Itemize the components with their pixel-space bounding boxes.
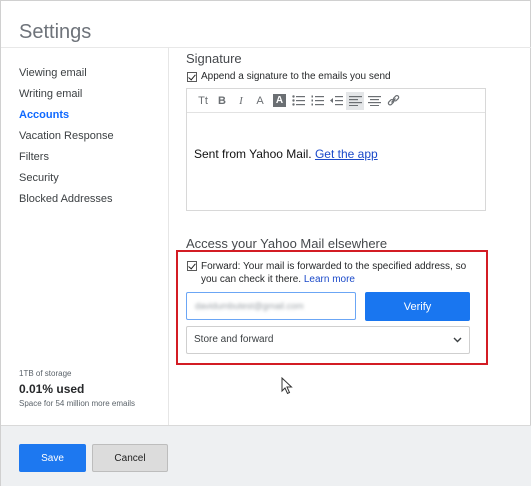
highlight-button[interactable]: A [273, 94, 286, 107]
italic-button[interactable]: I [232, 92, 250, 110]
mouse-cursor-icon [281, 376, 293, 400]
align-center-icon[interactable] [365, 92, 383, 110]
text-size-button[interactable]: Tt [194, 92, 212, 110]
signature-checkbox-row[interactable]: Append a signature to the emails you sen… [187, 71, 391, 82]
link-icon[interactable] [384, 92, 402, 110]
storage-total: 1TB of storage [19, 369, 72, 378]
sidebar-item-vacation-response[interactable]: Vacation Response [19, 130, 114, 151]
signature-checkbox[interactable] [187, 72, 197, 82]
signature-title: Signature [186, 51, 242, 66]
sidebar-item-filters[interactable]: Filters [19, 151, 114, 172]
footer-bar: Save Cancel [1, 425, 531, 486]
signature-editor[interactable]: Tt B I A A Sent from Yahoo Mail. Get the… [186, 88, 486, 211]
align-left-icon[interactable] [346, 91, 364, 110]
editor-toolbar: Tt B I A A [187, 89, 485, 113]
bold-button[interactable]: B [213, 92, 231, 110]
font-color-button[interactable]: A [251, 92, 269, 110]
get-the-app-link[interactable]: Get the app [315, 147, 378, 161]
storage-space: Space for 54 million more emails [19, 399, 136, 408]
storage-info: 1TB of storage 0.01% used Space for 54 m… [19, 369, 135, 408]
forward-checkbox[interactable] [187, 261, 197, 271]
cancel-button[interactable]: Cancel [92, 444, 168, 472]
forward-email-value: davidumbutest@gmail.com [195, 301, 304, 311]
storage-used: 0.01% used [19, 382, 85, 396]
forward-email-input[interactable]: davidumbutest@gmail.com [186, 292, 356, 320]
chevron-down-icon [453, 327, 462, 364]
verify-button[interactable]: Verify [365, 292, 470, 321]
learn-more-link[interactable]: Learn more [304, 274, 355, 285]
sidebar-item-viewing-email[interactable]: Viewing email [19, 67, 114, 88]
forward-mode-value: Store and forward [194, 334, 274, 345]
sidebar-item-blocked-addresses[interactable]: Blocked Addresses [19, 193, 114, 214]
outdent-icon[interactable] [327, 92, 345, 110]
save-button[interactable]: Save [19, 444, 86, 472]
settings-window: Settings Viewing email Writing email Acc… [0, 0, 531, 486]
signature-text: Sent from Yahoo Mail. [194, 147, 312, 161]
sidebar-nav: Viewing email Writing email Accounts Vac… [19, 67, 114, 214]
forward-checkbox-row[interactable]: Forward: Your mail is forwarded to the s… [187, 260, 472, 286]
signature-checkbox-label: Append a signature to the emails you sen… [201, 71, 391, 82]
page-title: Settings [19, 21, 92, 43]
bulleted-list-icon[interactable] [289, 92, 307, 110]
access-elsewhere-title: Access your Yahoo Mail elsewhere [186, 236, 388, 251]
numbered-list-icon[interactable] [308, 92, 326, 110]
signature-body[interactable]: Sent from Yahoo Mail. Get the app [187, 113, 485, 161]
forward-description: Forward: Your mail is forwarded to the s… [201, 260, 472, 286]
forward-mode-select[interactable]: Store and forward [186, 326, 470, 354]
sidebar-item-security[interactable]: Security [19, 172, 114, 193]
sidebar-item-writing-email[interactable]: Writing email [19, 88, 114, 109]
sidebar: Viewing email Writing email Accounts Vac… [1, 47, 169, 425]
sidebar-item-accounts[interactable]: Accounts [19, 109, 114, 130]
